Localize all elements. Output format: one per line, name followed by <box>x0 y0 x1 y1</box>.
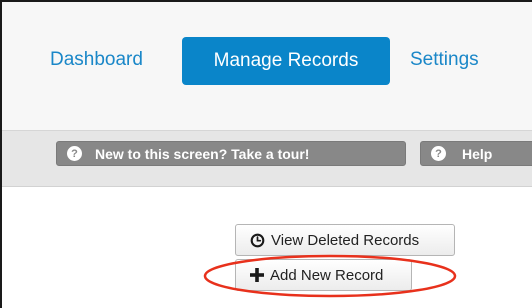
take-tour-label: New to this screen? Take a tour! <box>95 145 310 162</box>
nav-item-manage-records[interactable]: Manage Records <box>182 37 390 85</box>
top-navigation: Dashboard Manage Records Settings <box>2 2 532 131</box>
take-tour-button[interactable]: ? New to this screen? Take a tour! <box>56 141 406 166</box>
nav-item-dashboard[interactable]: Dashboard <box>50 49 143 71</box>
nav-item-settings[interactable]: Settings <box>410 49 479 71</box>
view-deleted-records-button[interactable]: View Deleted Records <box>235 224 455 256</box>
view-deleted-records-label: View Deleted Records <box>271 231 420 249</box>
help-strip: ? New to this screen? Take a tour! ? Hel… <box>2 131 532 187</box>
add-new-record-label: Add New Record <box>270 266 384 284</box>
add-new-record-button[interactable]: Add New Record <box>235 259 412 291</box>
plus-icon <box>249 267 265 283</box>
clock-icon <box>250 233 265 248</box>
help-label: Help <box>462 145 493 162</box>
help-button[interactable]: ? Help <box>420 141 532 166</box>
question-circle-icon: ? <box>431 146 446 161</box>
question-circle-icon: ? <box>67 146 82 161</box>
